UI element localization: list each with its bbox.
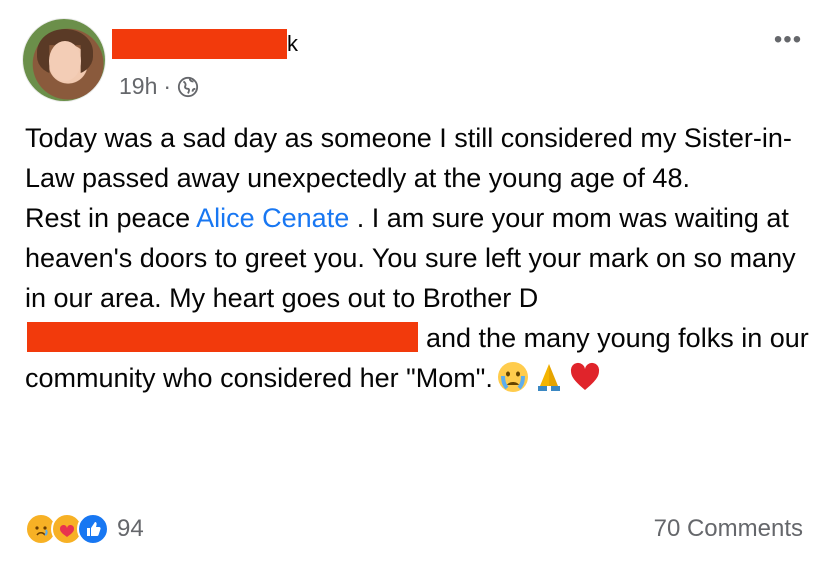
post-paragraph-2: Rest in peace Alice Cenate . I am sure y… [25,198,815,398]
red-heart-icon [570,362,599,390]
post-body: Today was a sad day as someone I still c… [25,118,815,398]
globe-icon[interactable] [177,76,199,98]
like-reaction-icon [77,513,109,545]
more-options-button[interactable]: ••• [768,26,808,54]
post-text-prefix: Rest in peace [25,203,197,233]
mention-link[interactable]: Alice Cenate [196,203,349,233]
comments-count-link[interactable]: 70 Comments [654,515,803,543]
reaction-summary[interactable]: 94 [25,513,144,545]
profile-avatar[interactable] [23,19,105,101]
folded-hands-icon [537,364,560,391]
avatar-face [49,41,81,81]
post-paragraph-1: Today was a sad day as someone I still c… [25,123,792,193]
crying-face-icon [497,362,528,392]
meta-separator: · [163,73,172,99]
reaction-count[interactable]: 94 [117,515,144,543]
post-meta: 19h · [119,73,199,100]
redacted-author-name [112,29,287,59]
redacted-text [27,322,418,352]
post-timestamp[interactable]: 19h [119,73,157,100]
author-name-suffix[interactable]: k [287,31,298,57]
